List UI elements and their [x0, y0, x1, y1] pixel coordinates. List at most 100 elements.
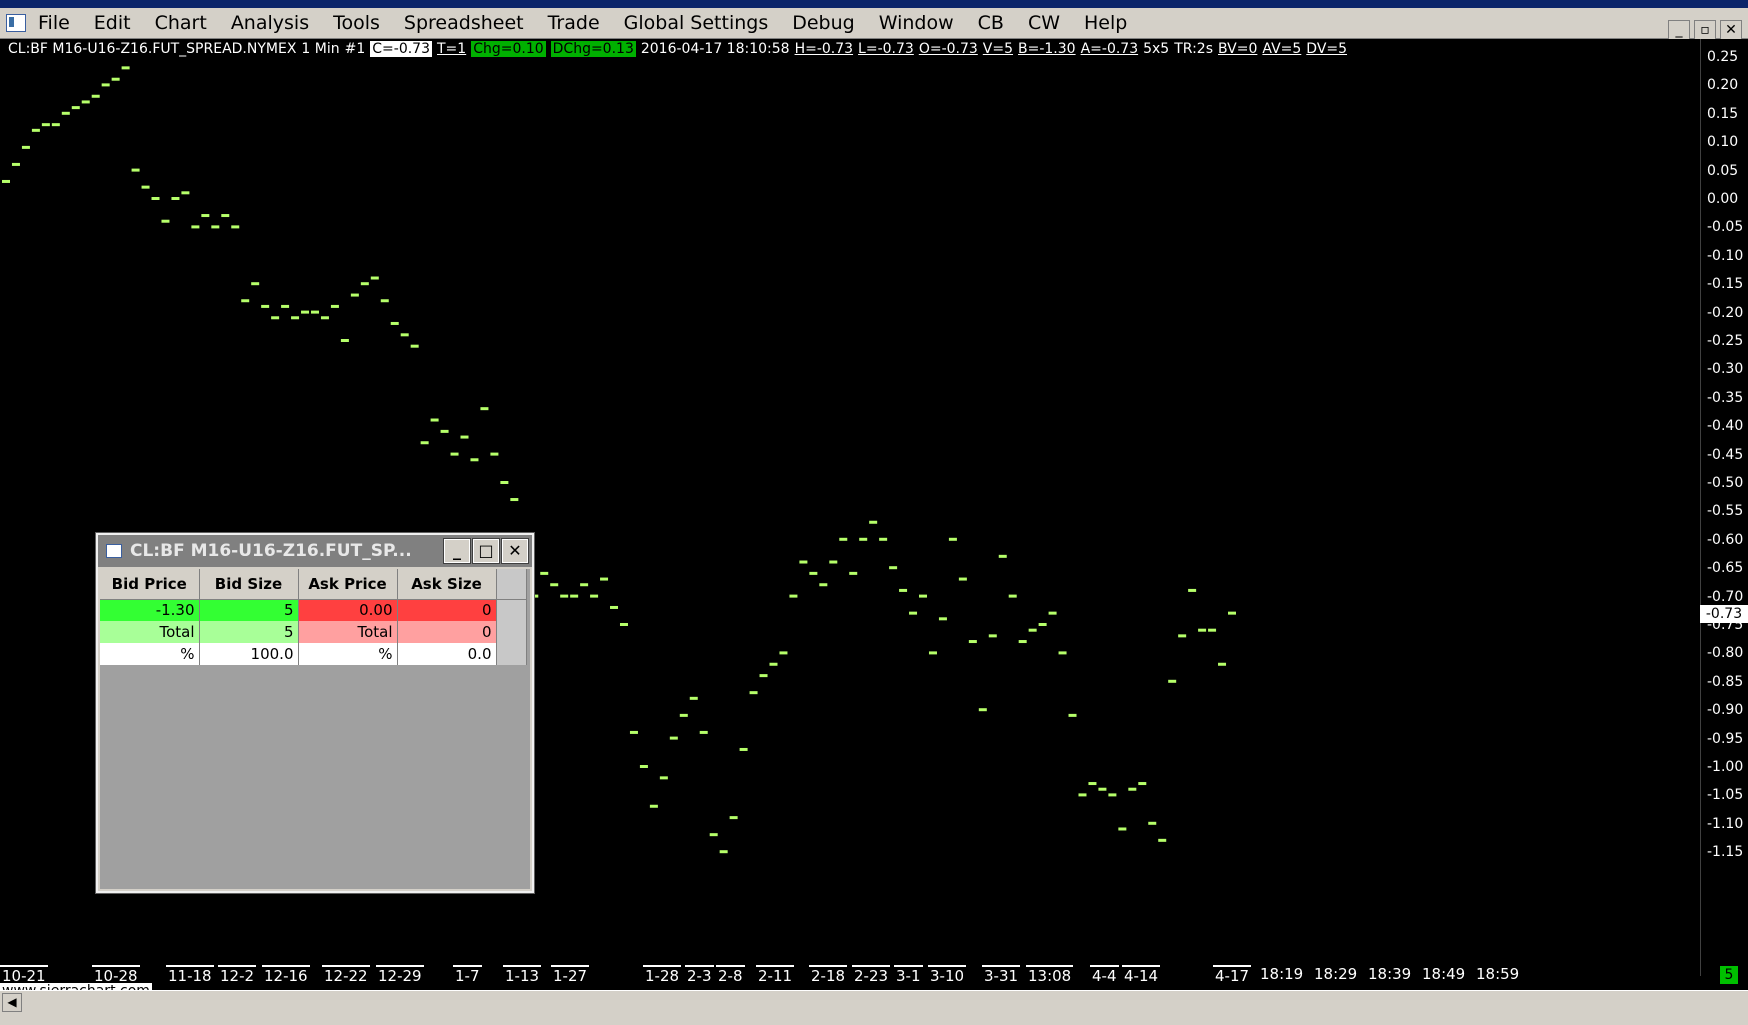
bid-size-cell[interactable]: 5	[199, 599, 299, 621]
price-bar	[699, 730, 708, 734]
price-bar	[859, 537, 868, 541]
price-scale-label: -0.50	[1707, 475, 1744, 491]
header-ask-size[interactable]: Ask Size	[397, 569, 497, 600]
time-axis-label: 12-29	[376, 965, 424, 985]
price-bar	[380, 299, 389, 303]
time-axis-label: 4-17	[1213, 965, 1252, 985]
price-bar	[948, 537, 957, 541]
price-scale[interactable]: 0.25 0.20 0.15 0.10 0.05 0.00 -0.05 -0.10 -0.15 -…	[1700, 39, 1748, 976]
dchange-value: DChg=0.13	[550, 41, 636, 57]
menu-spreadsheet[interactable]: Spreadsheet	[404, 12, 524, 34]
menu-cb[interactable]: CB	[978, 12, 1004, 34]
price-bar	[679, 713, 688, 717]
menu-debug[interactable]: Debug	[792, 12, 854, 34]
scroll-left-icon[interactable]: ◀	[2, 993, 22, 1012]
size-value: 5x5	[1143, 41, 1170, 57]
time-axis-label: 2-3	[685, 965, 714, 985]
price-bar	[769, 662, 778, 666]
price-bar	[61, 111, 70, 115]
time-axis-label: 2-8	[716, 965, 745, 985]
price-bar	[1068, 713, 1077, 717]
price-bar	[839, 537, 848, 541]
price-scale-label: 0.10	[1707, 134, 1739, 151]
menu-global-settings[interactable]: Global Settings	[624, 12, 769, 34]
time-axis[interactable]: 10-21 10-28 11-18 12-2 12-16 12-22 12-29 1-7 1-1…	[0, 965, 1700, 987]
dom-window-icon	[106, 544, 122, 558]
price-scale-label: -0.65	[1707, 560, 1744, 577]
header-bid-price[interactable]: Bid Price	[100, 569, 200, 600]
price-bar	[410, 344, 419, 348]
price-scale-label: -1.05	[1707, 787, 1744, 804]
price-bar	[1218, 662, 1227, 666]
menu-window[interactable]: Window	[879, 12, 954, 34]
price-bar	[610, 605, 619, 609]
menu-file[interactable]: File	[38, 12, 70, 34]
menu-analysis[interactable]: Analysis	[231, 12, 309, 34]
price-scale-label: -1.10	[1707, 815, 1744, 832]
horizontal-scrollbar[interactable]: ◀	[0, 990, 1748, 1013]
time-axis-label: 18:49	[1422, 965, 1466, 983]
dom-grid[interactable]: Bid Price Bid Size Ask Price Ask Size -1…	[100, 569, 530, 889]
price-bar	[1168, 679, 1177, 683]
instance-label: #1	[344, 41, 366, 57]
price-bar	[928, 651, 937, 655]
price-scale-label: -0.85	[1707, 673, 1744, 690]
header-filler	[496, 569, 527, 600]
header-ask-price[interactable]: Ask Price	[298, 569, 398, 600]
dom-minimize-button[interactable]: _	[443, 538, 471, 564]
menu-trade[interactable]: Trade	[548, 12, 600, 34]
price-bar	[21, 145, 30, 149]
time-axis-label: 18:59	[1476, 965, 1520, 983]
price-bar	[1128, 787, 1137, 791]
close-button[interactable]: ✕	[1720, 20, 1742, 40]
bid-total-label: Total	[100, 621, 200, 643]
price-scale-label: 0.20	[1707, 77, 1739, 94]
price-bar	[1098, 787, 1107, 791]
menu-chart[interactable]: Chart	[155, 12, 207, 34]
window-titlebar	[0, 0, 1748, 8]
ask-price-cell[interactable]: 0.00	[298, 599, 398, 621]
ask-total-value: 0	[397, 621, 497, 643]
last-price-tag: -0.73	[1700, 604, 1748, 623]
ticks-value: T=1	[437, 41, 467, 57]
price-bar	[420, 441, 429, 445]
price-bar	[151, 197, 160, 200]
time-axis-label: 2-18	[809, 965, 848, 985]
price-bar	[958, 577, 967, 581]
price-bar	[1198, 628, 1207, 632]
ask-size-cell[interactable]: 0	[397, 599, 497, 621]
bid-percent-value: 100.0	[199, 643, 299, 665]
price-bar	[350, 293, 359, 297]
price-bar	[161, 219, 170, 223]
time-axis-label: 18:19	[1260, 965, 1304, 983]
dom-close-button[interactable]: ✕	[501, 538, 529, 564]
price-bar	[360, 282, 369, 286]
menu-tools[interactable]: Tools	[333, 12, 380, 34]
close-value: C=-0.73	[370, 41, 432, 57]
price-bar	[31, 128, 40, 132]
ask-volume-value: AV=5	[1262, 41, 1302, 57]
dom-maximize-button[interactable]: □	[472, 538, 500, 564]
symbol-label: CL:BF M16-U16-Z16.FUT_SPREAD.NYMEX	[8, 41, 297, 57]
minimize-button[interactable]: _	[1668, 20, 1690, 40]
price-bar	[1208, 628, 1217, 632]
price-bar	[1058, 651, 1067, 655]
price-bar	[171, 197, 180, 200]
dom-window-titlebar[interactable]: CL:BF M16-U16-Z16.FUT_SP... _ □ ✕	[98, 535, 532, 567]
price-bar	[440, 429, 449, 433]
restore-button[interactable]: ▫	[1694, 20, 1716, 40]
price-bar	[719, 850, 728, 854]
menu-cw[interactable]: CW	[1028, 12, 1060, 34]
header-bid-size[interactable]: Bid Size	[199, 569, 299, 600]
bid-price-cell[interactable]: -1.30	[100, 599, 200, 621]
price-bar	[181, 191, 190, 195]
price-scale-label: -0.55	[1707, 503, 1744, 520]
dom-window[interactable]: CL:BF M16-U16-Z16.FUT_SP... _ □ ✕ Bid Pr…	[95, 532, 535, 894]
price-bar	[1008, 594, 1017, 598]
menu-help[interactable]: Help	[1084, 12, 1127, 34]
price-bar	[639, 765, 648, 768]
mdi-controls: _ ▫ ✕	[1668, 20, 1742, 40]
menu-edit[interactable]: Edit	[94, 12, 131, 34]
corner-badge[interactable]: 5	[1720, 966, 1738, 984]
app-icon[interactable]	[6, 14, 26, 32]
